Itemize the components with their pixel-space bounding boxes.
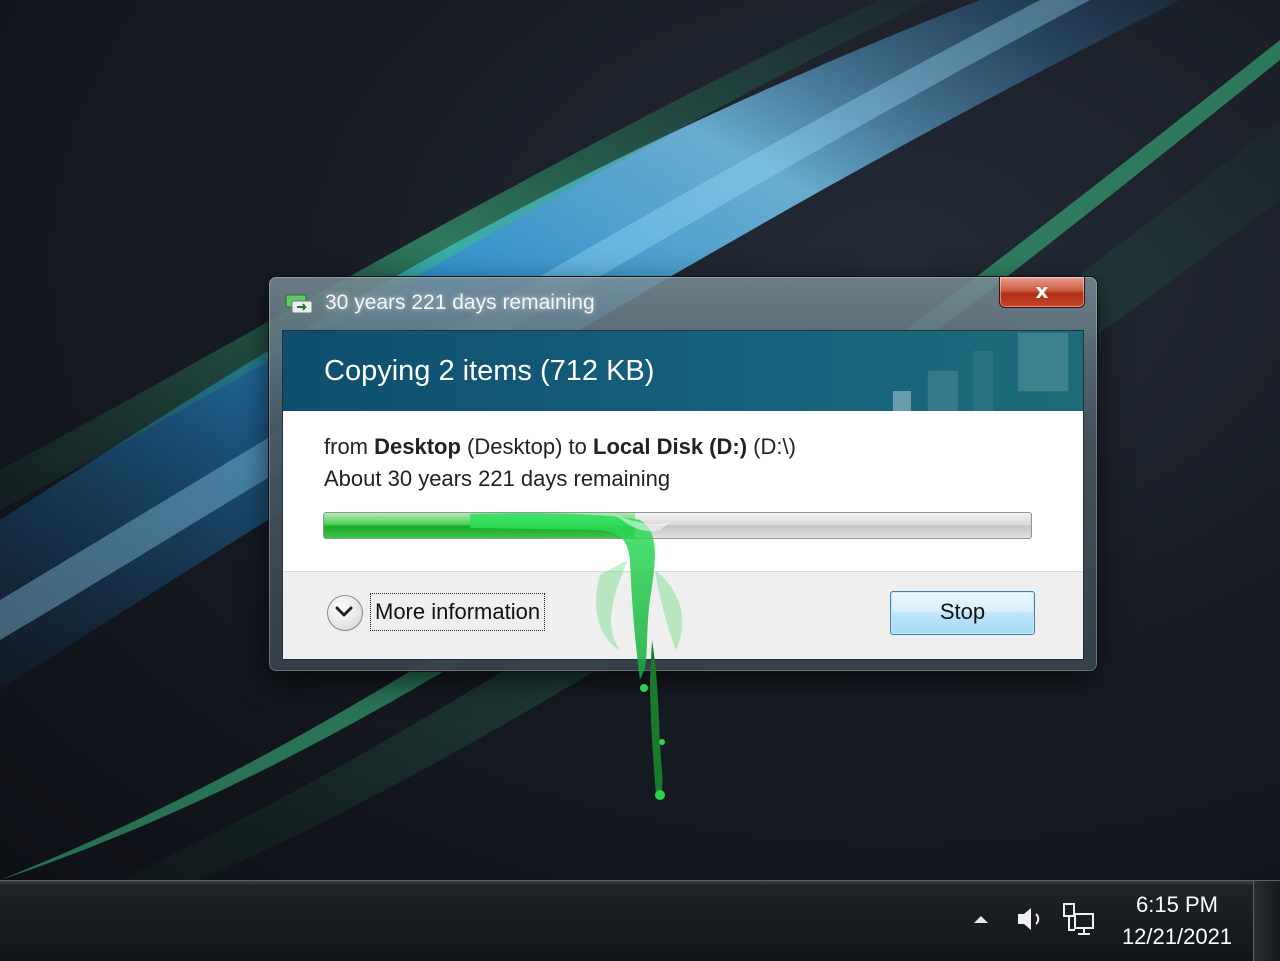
copy-progress-bar <box>323 512 1032 539</box>
system-clock[interactable]: 6:15 PM 12/21/2021 <box>1108 889 1246 953</box>
dialog-titlebar[interactable]: 30 years 221 days remaining x <box>269 277 1097 331</box>
stop-button[interactable]: Stop <box>890 591 1035 635</box>
close-button[interactable]: x <box>999 277 1085 308</box>
clock-time: 6:15 PM <box>1136 892 1218 917</box>
show-hidden-icons-arrow-icon[interactable] <box>973 914 989 924</box>
copy-source-destination: from Desktop (Desktop) to Local Disk (D:… <box>324 434 796 460</box>
clock-date: 12/21/2021 <box>1121 924 1233 949</box>
banner-decoration <box>893 332 1069 411</box>
source-detail: (Desktop) <box>467 434 563 459</box>
more-information-link[interactable]: More information <box>370 593 546 631</box>
source-name[interactable]: Desktop <box>374 434 461 459</box>
header-banner: Copying 2 items (712 KB) <box>283 331 1083 411</box>
dialog-content: Copying 2 items (712 KB) from Desktop (D… <box>282 330 1084 660</box>
destination-name[interactable]: Local Disk (D:) <box>593 434 747 459</box>
to-word: to <box>568 434 587 459</box>
show-desktop-button[interactable] <box>1253 881 1280 961</box>
expand-chevron-icon[interactable] <box>327 595 363 631</box>
from-prefix: from <box>324 434 368 459</box>
time-remaining-text: About 30 years 221 days remaining <box>324 466 671 491</box>
taskbar: 6:15 PM 12/21/2021 <box>0 880 1280 961</box>
close-icon: x <box>1035 279 1049 303</box>
copy-files-icon <box>285 293 313 315</box>
dialog-footer: More information Stop <box>283 571 1083 659</box>
destination-detail: (D:\) <box>753 434 796 459</box>
progress-fill <box>324 513 636 538</box>
window-title: 30 years 221 days remaining <box>325 291 595 314</box>
copy-dialog-window: 30 years 221 days remaining x Copying 2 … <box>268 276 1098 672</box>
network-icon[interactable] <box>1062 902 1096 936</box>
volume-icon[interactable] <box>1015 904 1047 934</box>
copy-heading: Copying 2 items (712 KB) <box>324 355 655 387</box>
